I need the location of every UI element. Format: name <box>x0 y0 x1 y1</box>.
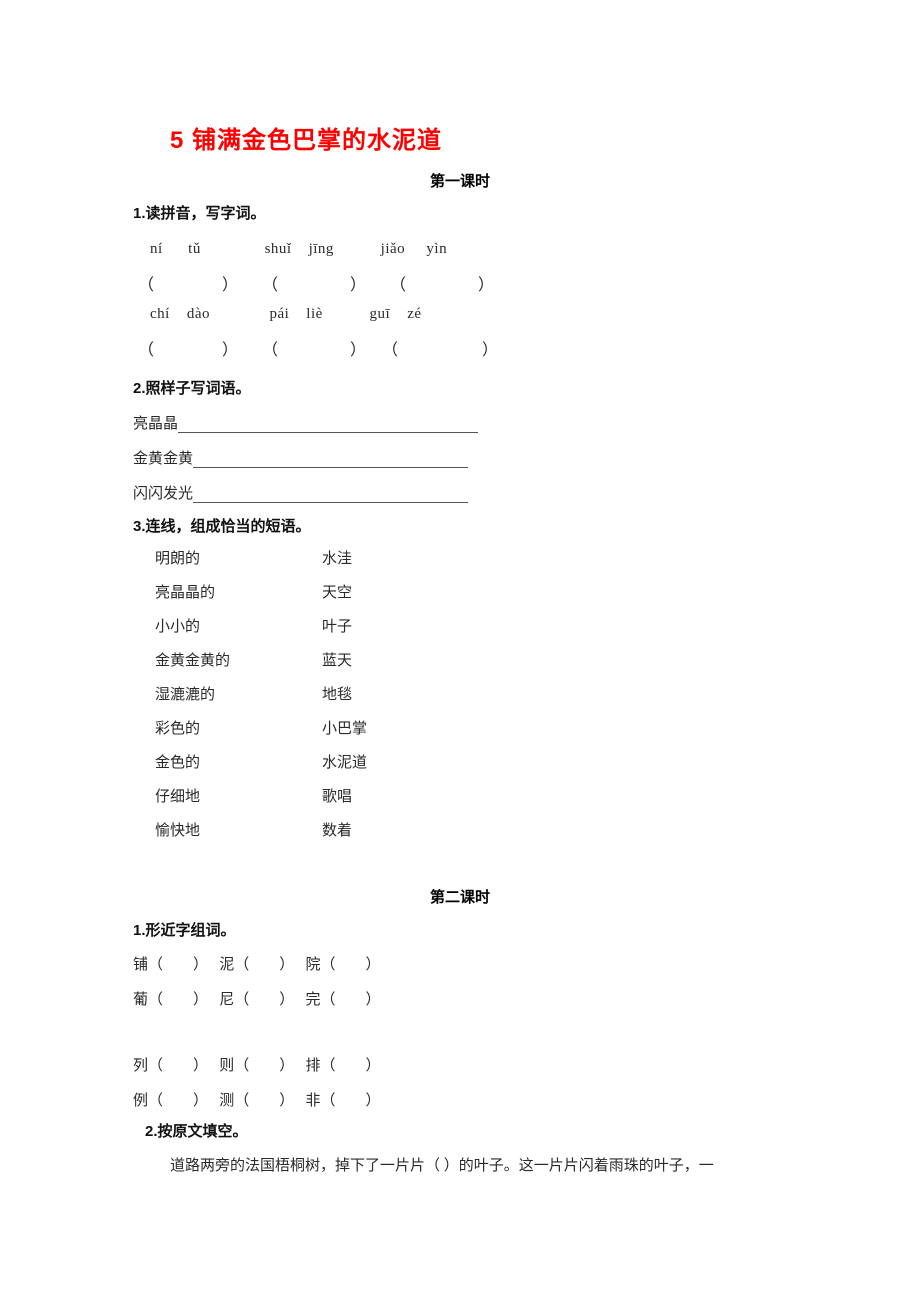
match-right-item-8[interactable]: 歌唱 <box>322 785 352 806</box>
period2-exercise-2-heading: 2.按原文填空。 <box>145 1123 248 1140</box>
match-left-item-8[interactable]: 仔细地 <box>155 785 200 806</box>
page-title: 5 铺满金色巴掌的水泥道 <box>170 127 443 154</box>
pattern-blank-3[interactable] <box>193 488 469 503</box>
char-word-row-3[interactable]: 列（ ） 则（ ） 排（ ） <box>133 1054 381 1075</box>
period-heading-first: 第一课时 <box>429 173 490 190</box>
pattern-line-3[interactable]: 闪闪发光 <box>133 482 469 503</box>
worksheet-page: 5 铺满金色巴掌的水泥道 第一课时 1.读拼音，写字词。 ní tǔ shuǐ … <box>0 0 920 1302</box>
match-right-item-6[interactable]: 小巴掌 <box>322 717 367 738</box>
pattern-blank-2[interactable] <box>193 453 469 468</box>
match-right-item-3[interactable]: 叶子 <box>322 615 352 636</box>
period-heading-second: 第二课时 <box>429 889 490 906</box>
match-right-item-9[interactable]: 数着 <box>322 819 352 840</box>
pinyin-row-2: chí dào pái liè guī zé <box>150 306 422 322</box>
pattern-word-3: 闪闪发光 <box>133 486 194 502</box>
answer-blank-row-1[interactable]: （ ） （ ） （ ） <box>138 271 494 295</box>
pinyin-row-1: ní tǔ shuǐ jīng jiǎo yìn <box>150 241 448 257</box>
exercise-2-heading: 2.照样子写词语。 <box>133 380 251 397</box>
match-left-item-2[interactable]: 亮晶晶的 <box>155 581 215 602</box>
exercise-3-heading: 3.连线，组成恰当的短语。 <box>133 518 311 535</box>
answer-blank-row-2[interactable]: （ ） （ ） （ ） <box>138 336 498 360</box>
fill-in-blank-paragraph[interactable]: 道路两旁的法国梧桐树，掉下了一片片（ ）的叶子。这一片片闪着雨珠的叶子，一 <box>170 1153 714 1179</box>
pattern-line-2[interactable]: 金黄金黄 <box>133 447 469 468</box>
match-left-item-3[interactable]: 小小的 <box>155 615 200 636</box>
match-left-item-9[interactable]: 愉快地 <box>155 819 200 840</box>
match-right-item-1[interactable]: 水洼 <box>322 547 352 568</box>
pattern-word-2: 金黄金黄 <box>133 451 194 467</box>
pattern-line-1[interactable]: 亮晶晶 <box>133 412 479 433</box>
pattern-blank-1[interactable] <box>178 418 479 433</box>
match-left-item-1[interactable]: 明朗的 <box>155 547 200 568</box>
match-right-item-4[interactable]: 蓝天 <box>322 649 352 670</box>
match-left-item-6[interactable]: 彩色的 <box>155 717 200 738</box>
char-word-row-4[interactable]: 例（ ） 测（ ） 非（ ） <box>133 1089 381 1110</box>
match-right-item-7[interactable]: 水泥道 <box>322 751 367 772</box>
match-left-item-4[interactable]: 金黄金黄的 <box>155 649 230 670</box>
exercise-1-heading: 1.读拼音，写字词。 <box>133 205 266 222</box>
char-word-row-2[interactable]: 葡（ ） 尼（ ） 完（ ） <box>133 988 381 1009</box>
char-word-row-1[interactable]: 铺（ ） 泥（ ） 院（ ） <box>133 953 381 974</box>
pattern-word-1: 亮晶晶 <box>133 416 179 432</box>
match-right-item-5[interactable]: 地毯 <box>322 683 352 704</box>
match-right-item-2[interactable]: 天空 <box>322 581 352 602</box>
match-left-item-5[interactable]: 湿漉漉的 <box>155 683 215 704</box>
match-left-item-7[interactable]: 金色的 <box>155 751 200 772</box>
period2-exercise-1-heading: 1.形近字组词。 <box>133 922 236 939</box>
